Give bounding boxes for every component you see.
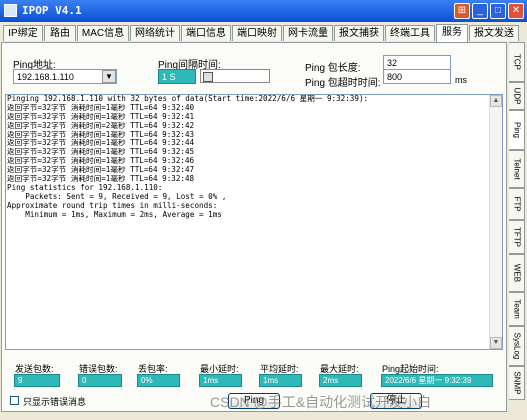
ping-size-field[interactable]: 32	[383, 55, 451, 70]
ping-address-value: 192.168.1.110	[17, 72, 74, 82]
loss-rate-value: 0%	[137, 374, 180, 387]
output-line: 返回字节=32字节 消耗时间=1毫秒 TTL=64 9:32:41	[7, 112, 195, 121]
tab-route[interactable]: 路由	[44, 25, 76, 41]
slider-thumb[interactable]	[203, 72, 213, 82]
side-tab-label: Team	[512, 299, 522, 319]
ping-output-textarea[interactable]: Pinging 192.168.1.110 with 32 bytes of d…	[5, 94, 503, 350]
minimize-button[interactable]: _	[472, 3, 488, 19]
ping-timeout-label: Ping 包超时时间:	[305, 78, 381, 89]
show-errors-only-label: 只显示错误消息	[23, 397, 87, 407]
side-tab-telnet[interactable]: Telnet	[509, 150, 525, 188]
side-tab-team[interactable]: Team	[509, 292, 525, 326]
output-line: Minimum = 1ms, Maximum = 2ms, Average = …	[7, 210, 222, 219]
output-line: 返回字节=32字节 消耗时间=1毫秒 TTL=64 9:32:46	[7, 157, 195, 166]
tab-mac-info[interactable]: MAC信息	[77, 25, 129, 41]
tab-ip-binding[interactable]: IP绑定	[3, 25, 43, 41]
interval-slider[interactable]	[200, 69, 270, 83]
scroll-down-icon[interactable]: ▼	[490, 337, 502, 349]
watermark: CSDN @手工&自动化测试开发小白	[210, 394, 432, 410]
side-tab-label: Ping	[512, 121, 522, 138]
tab-packet-capture[interactable]: 报文捕获	[334, 25, 384, 41]
ping-timeout-field[interactable]: 800	[383, 69, 451, 84]
app-icon	[4, 4, 17, 17]
side-tab-snmp[interactable]: SNMP	[509, 366, 525, 400]
output-line: 返回字节=32字节 消耗时间=2毫秒 TTL=64 9:32:42	[7, 121, 195, 130]
avg-delay-value: 1ms	[259, 374, 302, 387]
title-bar: IPOP V4.1 ⊞ _ □ ✕	[0, 0, 527, 22]
app-menu-icon[interactable]: ⊞	[454, 3, 470, 19]
chevron-down-icon[interactable]: ▼	[102, 70, 116, 83]
maximize-button[interactable]: □	[490, 3, 506, 19]
side-tab-label: SysLog	[512, 332, 522, 360]
ping-address-combo[interactable]: 192.168.1.110 ▼	[13, 69, 117, 84]
max-delay-value: 2ms	[319, 374, 362, 387]
side-tab-web[interactable]: WEB	[509, 254, 525, 292]
sent-count-value: 9	[14, 374, 60, 387]
min-delay-value: 1ms	[199, 374, 242, 387]
side-tab-ping[interactable]: Ping	[509, 110, 525, 150]
output-line: 返回字节=32字节 消耗时间=1毫秒 TTL=64 9:32:47	[7, 166, 195, 175]
ping-interval-field[interactable]: 1 S	[158, 69, 196, 84]
side-tab-label: TFTP	[512, 227, 522, 247]
output-line: Ping statistics for 192.168.1.110:	[7, 183, 163, 192]
tab-bar: IP绑定 路由 MAC信息 网络统计 端口信息 端口映射 网卡流量 报文捕获 终…	[0, 24, 527, 42]
tab-port-mapping[interactable]: 端口映射	[232, 25, 282, 41]
side-tab-tftp[interactable]: TFTP	[509, 220, 525, 254]
output-line: 返回字节=32字节 消耗时间=1毫秒 TTL=64 9:32:44	[7, 139, 195, 148]
side-tab-ftp[interactable]: FTP	[509, 188, 525, 220]
side-tab-label: Telnet	[512, 158, 522, 180]
output-line: 返回字节=32字节 消耗时间=1毫秒 TTL=64 9:32:48	[7, 175, 195, 184]
output-line: 返回字节=32字节 消耗时间=1毫秒 TTL=64 9:32:43	[7, 130, 195, 139]
side-tab-label: WEB	[512, 263, 522, 283]
output-scrollbar[interactable]: ▲ ▼	[489, 95, 502, 349]
scroll-up-icon[interactable]: ▲	[490, 95, 502, 107]
side-tab-udp[interactable]: UDP	[509, 82, 525, 110]
error-count-value: 0	[78, 374, 122, 387]
start-time-value: 2022/6/6 星期一 9:32:39	[381, 374, 493, 387]
output-line: Pinging 192.168.1.110 with 32 bytes of d…	[7, 95, 369, 103]
tab-packet-send[interactable]: 报文发送	[469, 25, 519, 41]
close-button[interactable]: ✕	[508, 3, 524, 19]
tab-network-stats[interactable]: 网络统计	[130, 25, 180, 41]
side-tab-label: SNMP	[512, 371, 522, 395]
output-line: Approximate round trip times in milli-se…	[7, 201, 218, 210]
tab-port-info[interactable]: 端口信息	[181, 25, 231, 41]
show-errors-only-checkbox[interactable]	[10, 396, 19, 405]
output-line: 返回字节=32字节 消耗时间=1毫秒 TTL=64 9:32:40	[7, 103, 195, 112]
tab-nic-traffic[interactable]: 网卡流量	[283, 25, 333, 41]
output-line: 返回字节=32字节 消耗时间=1毫秒 TTL=64 9:32:45	[7, 148, 195, 157]
ping-timeout-unit: ms	[455, 75, 467, 85]
side-tab-syslog[interactable]: SysLog	[509, 326, 525, 366]
tab-services[interactable]: 服务	[436, 24, 468, 42]
tab-terminal-tools[interactable]: 终端工具	[385, 25, 435, 41]
window-title: IPOP V4.1	[22, 4, 82, 17]
ping-size-label: Ping 包长度:	[305, 63, 361, 74]
output-line: Packets: Sent = 9, Received = 9, Lost = …	[7, 192, 227, 201]
